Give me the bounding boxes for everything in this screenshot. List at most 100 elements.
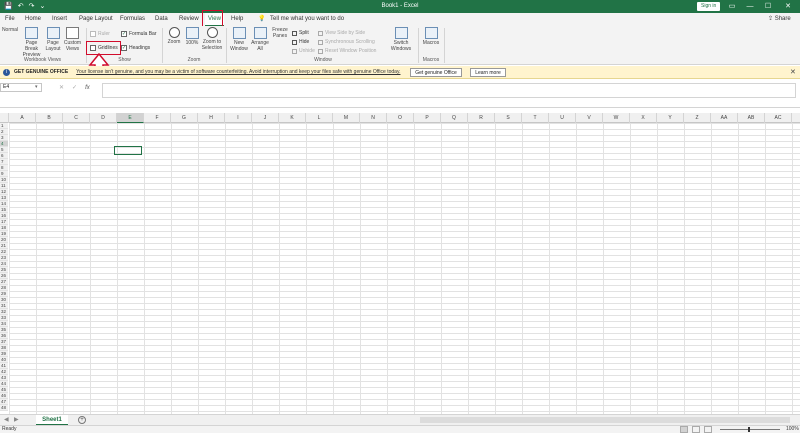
column-header[interactable]: Z	[684, 113, 711, 123]
column-header[interactable]: S	[495, 113, 522, 123]
undo-icon[interactable]: ↶	[18, 0, 24, 13]
formula-bar: E4 ▾ ✕ ✓ fx	[0, 79, 800, 108]
minimize-button[interactable]: —	[742, 0, 758, 13]
column-header[interactable]: W	[603, 113, 630, 123]
zoom-button[interactable]: Zoom	[165, 27, 183, 45]
column-header[interactable]: H	[198, 113, 225, 123]
customize-qat-icon[interactable]: ⌄	[39, 0, 45, 13]
column-header[interactable]: E	[117, 113, 144, 123]
share-label: Share	[774, 16, 791, 22]
zoom-slider[interactable]	[720, 429, 780, 430]
macros-label: Macros	[422, 40, 440, 46]
row-header[interactable]: 48	[0, 405, 8, 411]
learn-more-button[interactable]: Learn more	[470, 68, 506, 77]
page-break-preview-button[interactable]: Page Break Preview	[20, 27, 43, 58]
tab-insert[interactable]: Insert	[52, 13, 67, 26]
new-window-button[interactable]: New Window	[229, 27, 249, 52]
synchronous-scrolling-button[interactable]: Synchronous Scrolling	[318, 39, 375, 45]
column-header[interactable]: M	[333, 113, 360, 123]
unhide-button[interactable]: Unhide	[292, 48, 315, 54]
column-header[interactable]: P	[414, 113, 441, 123]
macros-button[interactable]: Macros	[421, 27, 441, 46]
tab-formulas[interactable]: Formulas	[120, 13, 145, 26]
active-cell-E4[interactable]	[114, 146, 142, 155]
cell-area[interactable]	[9, 123, 800, 414]
reset-window-position-button[interactable]: Reset Window Position	[318, 48, 376, 54]
normal-view-button[interactable]: Normal	[1, 27, 19, 152]
tab-data[interactable]: Data	[155, 13, 168, 26]
insert-function-icon[interactable]: fx	[85, 85, 90, 91]
zoom-slider-handle[interactable]	[748, 427, 750, 432]
column-header[interactable]: O	[387, 113, 414, 123]
page-break-status-icon[interactable]	[704, 426, 712, 433]
hide-icon	[292, 39, 297, 45]
maximize-button[interactable]: ☐	[760, 0, 776, 13]
ruler-checkbox[interactable]: Ruler	[90, 31, 110, 37]
zoom-level: 100%	[786, 426, 799, 432]
tell-me-search[interactable]: Tell me what you want to do	[270, 13, 344, 26]
column-header[interactable]: N	[360, 113, 387, 123]
close-icon[interactable]: ✕	[790, 68, 796, 76]
enter-icon[interactable]: ✓	[72, 84, 77, 91]
horizontal-scrollbar[interactable]	[420, 417, 790, 423]
ruler-checkbox-box	[90, 31, 96, 37]
share-button[interactable]: ⇪ Share	[768, 15, 791, 24]
tab-file[interactable]: File	[5, 13, 15, 26]
custom-views-button[interactable]: Custom Views	[63, 27, 82, 52]
save-icon[interactable]: 💾	[4, 0, 13, 13]
page-layout-status-icon[interactable]	[692, 426, 700, 433]
column-header[interactable]: T	[522, 113, 549, 123]
freeze-panes-button[interactable]: Freeze Panes	[271, 27, 289, 152]
page-layout-view-button[interactable]: Page Layout	[44, 27, 62, 52]
sheet-tab-sheet1[interactable]: Sheet1	[36, 415, 68, 425]
tab-review[interactable]: Review	[179, 13, 199, 26]
column-header[interactable]: D	[90, 113, 117, 123]
tab-help[interactable]: Help	[231, 13, 243, 26]
close-button[interactable]: ✕	[780, 0, 796, 13]
column-header[interactable]: C	[63, 113, 90, 123]
column-header[interactable]: AB	[738, 113, 765, 123]
column-header[interactable]: J	[252, 113, 279, 123]
column-header[interactable]: F	[144, 113, 171, 123]
hide-button[interactable]: Hide	[292, 39, 309, 45]
column-header[interactable]: V	[576, 113, 603, 123]
column-header[interactable]: A	[9, 113, 36, 123]
column-header[interactable]: G	[171, 113, 198, 123]
worksheet-grid[interactable]: A B C D E F G H I J K L M N O P Q R S T U V W X Y Z AA AB AC 1234567…	[0, 113, 800, 414]
chevron-down-icon[interactable]: ▾	[35, 83, 38, 92]
zoom-100-button[interactable]: 100%	[184, 27, 200, 46]
tab-page-layout[interactable]: Page Layout	[79, 13, 113, 26]
page-layout-view-label: Page Layout	[45, 40, 61, 52]
column-header[interactable]: AC	[765, 113, 792, 123]
add-sheet-icon[interactable]: +	[78, 416, 86, 424]
headings-checkbox[interactable]: ✓ Headings	[121, 45, 150, 51]
arrange-all-button[interactable]: Arrange All	[250, 27, 270, 52]
column-header[interactable]: I	[225, 113, 252, 123]
zoom-to-selection-button[interactable]: Zoom to Selection	[201, 27, 223, 51]
sign-in-button[interactable]: Sign in	[697, 2, 721, 11]
formula-bar-check-icon: ✓	[121, 31, 127, 37]
cancel-icon[interactable]: ✕	[59, 84, 64, 91]
column-header[interactable]: B	[36, 113, 63, 123]
column-header[interactable]: Q	[441, 113, 468, 123]
get-genuine-office-button[interactable]: Get genuine Office	[410, 68, 462, 77]
view-side-by-side-button[interactable]: View Side by Side	[318, 30, 365, 36]
switch-windows-button[interactable]: Switch Windows	[390, 27, 412, 52]
message-text[interactable]: Your license isn't genuine, and you may …	[76, 69, 400, 75]
split-button[interactable]: Split	[292, 30, 309, 36]
column-header[interactable]: Y	[657, 113, 684, 123]
tab-home[interactable]: Home	[25, 13, 41, 26]
column-header[interactable]: L	[306, 113, 333, 123]
formula-bar-checkbox[interactable]: ✓ Formula Bar	[121, 31, 157, 37]
normal-view-status-icon[interactable]	[680, 426, 688, 433]
formula-input[interactable]	[102, 83, 796, 98]
column-header[interactable]: AA	[711, 113, 738, 123]
select-all-corner[interactable]	[0, 113, 9, 123]
column-header[interactable]: X	[630, 113, 657, 123]
column-header[interactable]: K	[279, 113, 306, 123]
ribbon-display-options-icon[interactable]: ▭	[724, 0, 740, 13]
split-icon	[292, 30, 297, 36]
column-header[interactable]: U	[549, 113, 576, 123]
redo-icon[interactable]: ↷	[29, 0, 35, 13]
column-header[interactable]: R	[468, 113, 495, 123]
